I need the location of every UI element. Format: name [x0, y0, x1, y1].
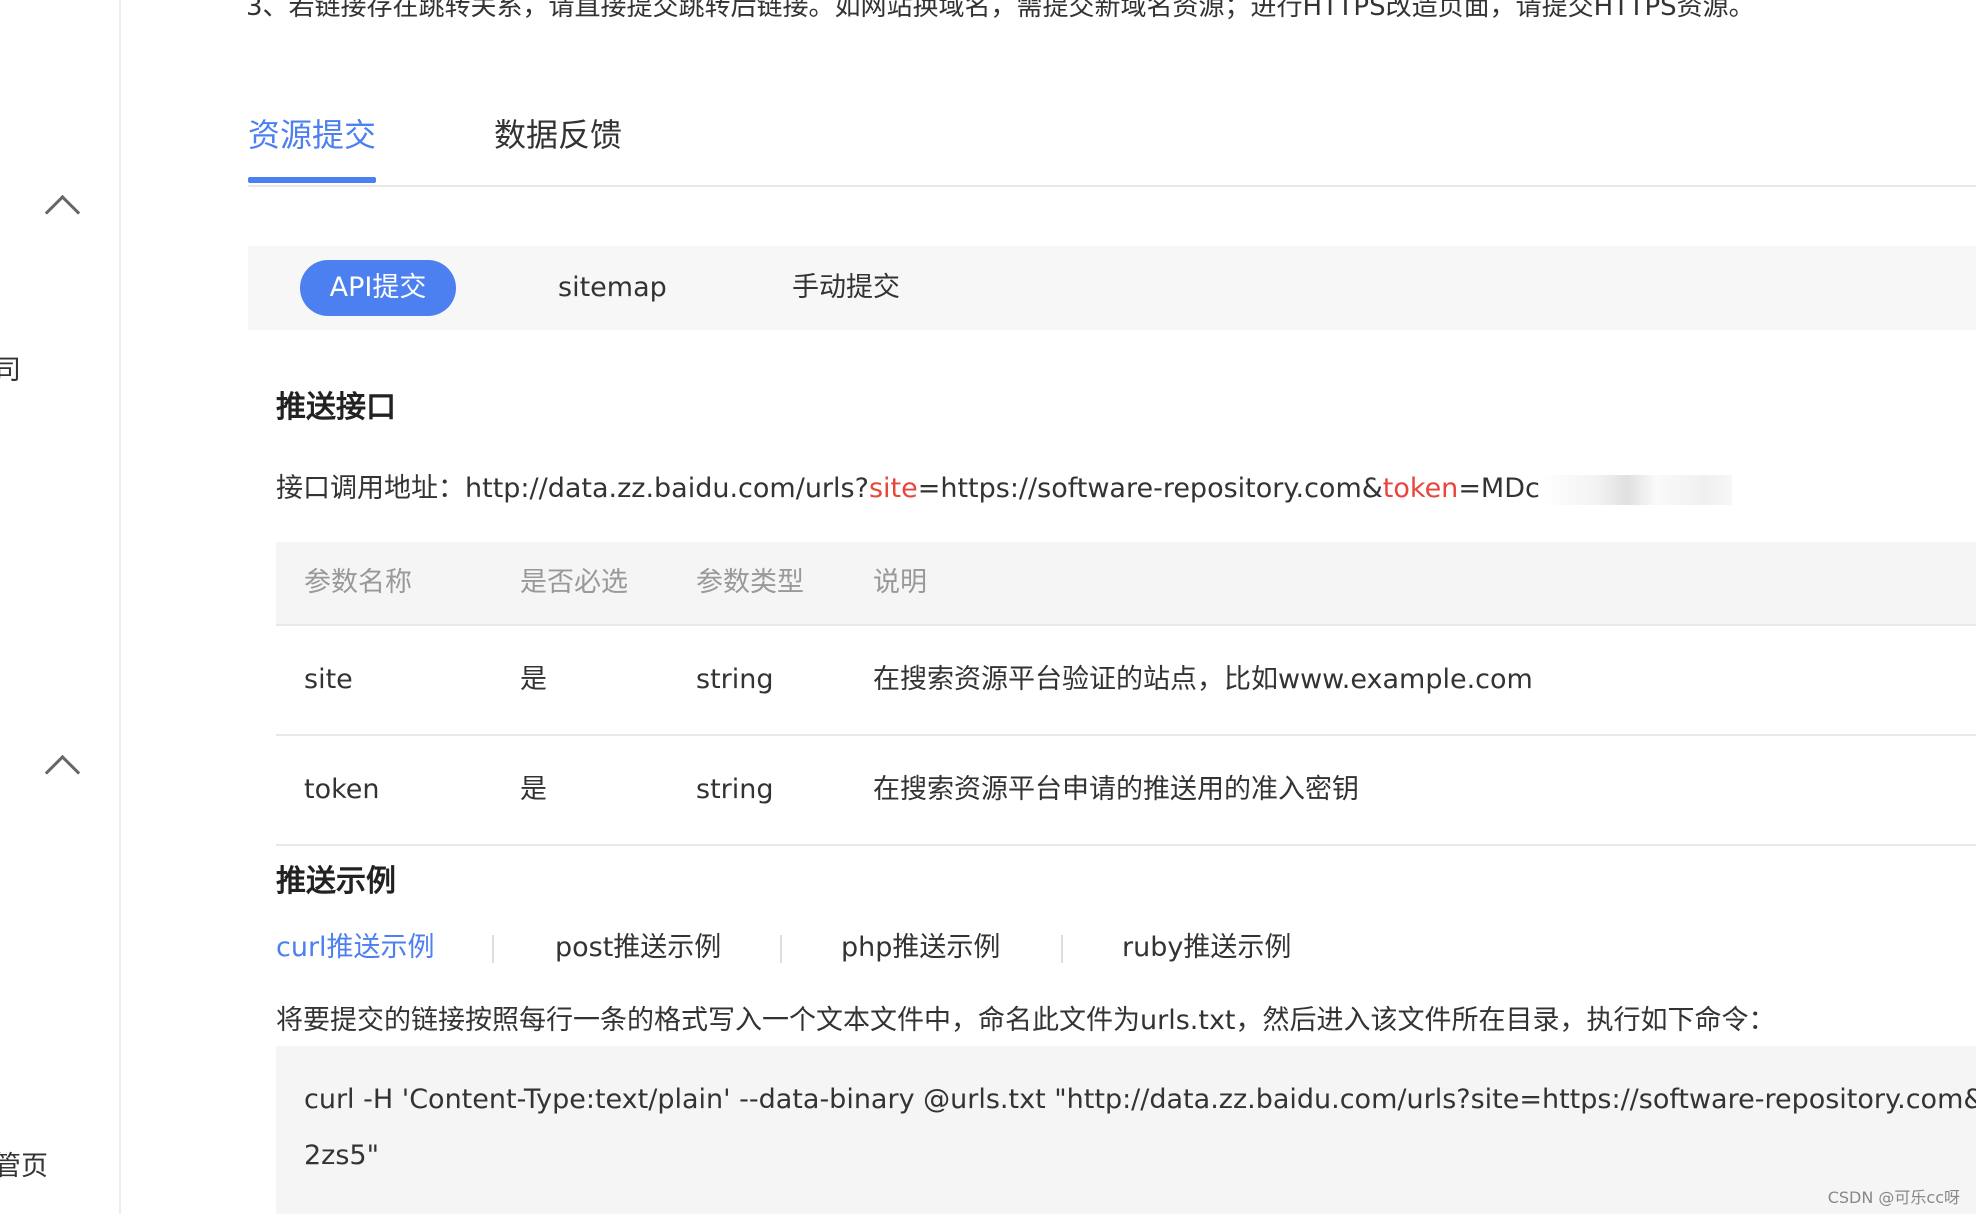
- redacted-token: [1541, 474, 1732, 505]
- watermark: CSDN @可乐cc呀: [1827, 1188, 1960, 1207]
- api-param-site: site: [868, 473, 918, 504]
- left-sidebar: 司 管页: [0, 0, 121, 1214]
- push-api-title: 推送接口: [276, 390, 396, 425]
- table-cell: 是: [520, 664, 547, 695]
- sidebar-item-partial[interactable]: 管页: [0, 1144, 48, 1183]
- active-tab-indicator: [248, 177, 376, 183]
- api-url-label: 接口调用地址：: [276, 473, 465, 504]
- api-token-value: =MDc: [1458, 473, 1540, 504]
- subtab-api[interactable]: API提交: [300, 260, 456, 316]
- tab-curl-example[interactable]: curl推送示例: [276, 922, 435, 974]
- push-example-title: 推送示例: [276, 864, 396, 899]
- table-header-cell: 参数类型: [696, 567, 804, 598]
- table-cell: 在搜索资源平台验证的站点，比如www.example.com: [873, 664, 1533, 695]
- api-param-token: token: [1382, 473, 1459, 504]
- code-line: 2zs5": [304, 1140, 380, 1171]
- table-row: token 是 string 在搜索资源平台申请的推送用的准入密钥: [276, 736, 1976, 846]
- subtab-manual[interactable]: 手动提交: [792, 260, 900, 316]
- chevron-up-icon[interactable]: [44, 754, 81, 791]
- table-cell: string: [696, 774, 774, 805]
- table-row: site 是 string 在搜索资源平台验证的站点，比如www.example…: [276, 626, 1976, 736]
- notice-text: 3、若链接存在跳转关系，请直接提交跳转后链接。如网站换域名，需提交新域名资源；进…: [246, 0, 1755, 22]
- tab-divider: [492, 935, 494, 963]
- subtab-sitemap[interactable]: sitemap: [558, 260, 667, 316]
- page: 司 管页 3、若链接存在跳转关系，请直接提交跳转后链接。如网站换域名，需提交新域…: [0, 0, 1976, 1214]
- table-header-row: 参数名称 是否必选 参数类型 说明: [276, 542, 1976, 626]
- chevron-up-icon[interactable]: [44, 194, 81, 231]
- tab-divider: [1061, 935, 1063, 963]
- example-instruction: 将要提交的链接按照每行一条的格式写入一个文本文件中，命名此文件为urls.txt…: [276, 1005, 1776, 1036]
- param-table: 参数名称 是否必选 参数类型 说明 site 是 string 在搜索资源平台验…: [276, 542, 1976, 846]
- api-url-line: 接口调用地址：http://data.zz.baidu.com/urls?sit…: [276, 466, 1732, 505]
- table-cell: token: [304, 774, 380, 805]
- sidebar-item-partial[interactable]: 司: [0, 348, 21, 387]
- table-header-cell: 参数名称: [304, 567, 412, 598]
- tab-data-feedback[interactable]: 数据反馈: [494, 105, 622, 165]
- submit-method-tabs: API提交 sitemap 手动提交: [248, 246, 1976, 330]
- table-cell: site: [304, 664, 353, 695]
- tab-php-example[interactable]: php推送示例: [841, 922, 1000, 974]
- api-site-value: =https://software-repository.com&: [917, 473, 1383, 504]
- tab-divider: [780, 935, 782, 963]
- table-cell: string: [696, 664, 774, 695]
- tab-resource-submit[interactable]: 资源提交: [248, 105, 376, 165]
- code-block[interactable]: curl -H 'Content-Type:text/plain' --data…: [276, 1046, 1976, 1214]
- api-url-base: http://data.zz.baidu.com/urls?: [465, 473, 869, 504]
- table-cell: 是: [520, 774, 547, 805]
- table-cell: 在搜索资源平台申请的推送用的准入密钥: [873, 774, 1359, 805]
- tab-ruby-example[interactable]: ruby推送示例: [1122, 922, 1291, 974]
- tab-post-example[interactable]: post推送示例: [555, 922, 721, 974]
- main-tabs: 资源提交 数据反馈: [248, 105, 1976, 187]
- code-line: curl -H 'Content-Type:text/plain' --data…: [304, 1084, 1976, 1115]
- example-tabs: curl推送示例 post推送示例 php推送示例 ruby推送示例: [276, 922, 1476, 974]
- table-header-cell: 是否必选: [520, 567, 628, 598]
- table-header-cell: 说明: [873, 567, 927, 598]
